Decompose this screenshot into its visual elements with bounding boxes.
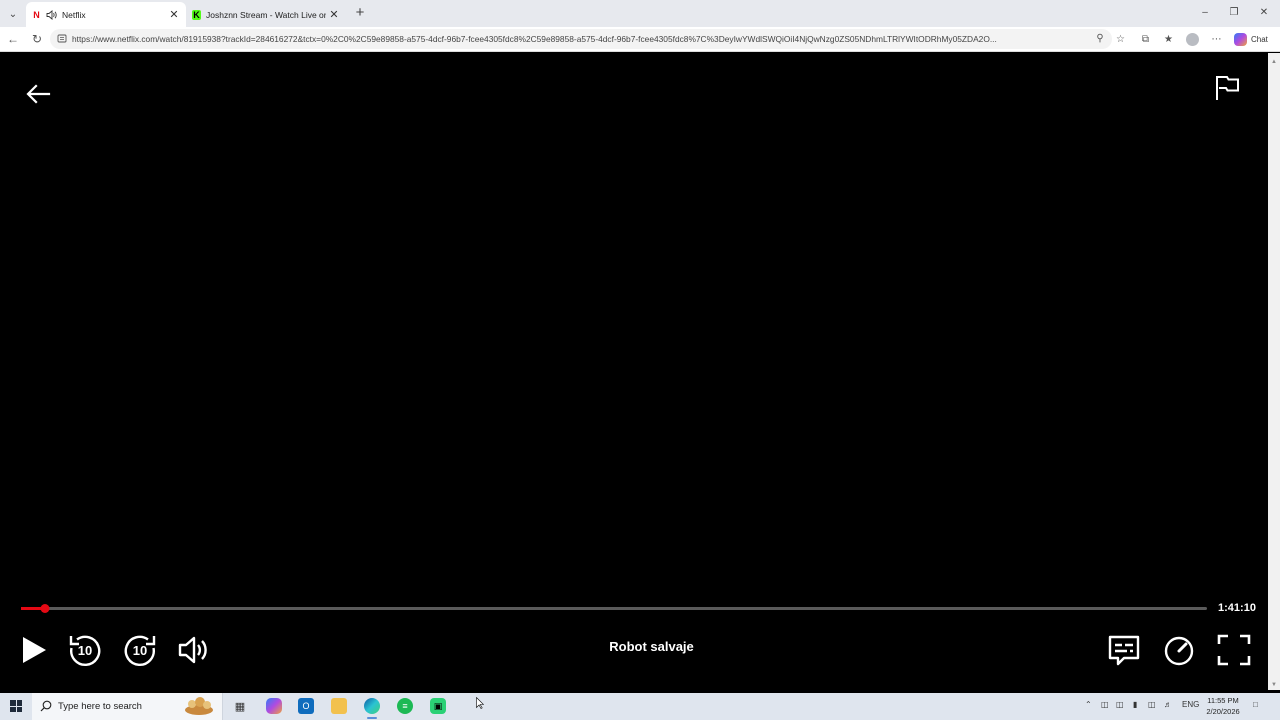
forward-10-icon: 10 <box>124 635 156 667</box>
netflix-logo-icon: N <box>33 9 40 20</box>
video-title: Robot salvaje <box>609 639 694 654</box>
clock-date: 2/20/2026 <box>1206 707 1240 716</box>
android-app-icon[interactable]: ▣ <box>430 698 446 714</box>
video-player[interactable]: 1:41:10 10 10 Robot salvaje <box>3 53 1268 690</box>
favorites-icon[interactable]: ★ <box>1162 33 1175 46</box>
task-view-icon[interactable]: ▦ <box>232 698 248 714</box>
forward-10-button[interactable]: 10 <box>122 632 158 668</box>
screen: ⌄ N Netflix ✕ K Joshznn Stream - Watch L… <box>0 0 1280 720</box>
progress-scrubber[interactable] <box>40 604 50 613</box>
tray-wifi-icon[interactable]: ◫ <box>1148 700 1156 709</box>
edge-browser-icon[interactable] <box>364 698 380 719</box>
new-tab-plus-icon[interactable]: + <box>352 5 368 21</box>
tab-list-chevron-icon[interactable]: ⌄ <box>4 5 22 23</box>
subtitles-button[interactable] <box>1106 632 1142 668</box>
copilot-app-icon[interactable] <box>266 698 282 714</box>
rewind-10-icon: 10 <box>69 635 101 667</box>
browser-toolbar: ← ↻ https://www.netflix.com/watch/819159… <box>0 27 1280 52</box>
subtitles-icon <box>1108 635 1140 666</box>
copilot-icon <box>1234 32 1247 46</box>
tray-meet-icon[interactable]: ◫ <box>1101 700 1109 709</box>
kick-logo-icon: K <box>192 9 201 20</box>
close-tab-icon[interactable]: ✕ <box>328 8 340 21</box>
time-remaining: 1:41:10 <box>1218 602 1256 614</box>
tray-network-icon[interactable]: ◫ <box>1116 700 1124 709</box>
tray-battery-icon[interactable]: ▮ <box>1133 700 1137 709</box>
copilot-chat-button[interactable]: Chat <box>1234 31 1268 47</box>
volume-button[interactable] <box>176 632 212 668</box>
rewind-seconds: 10 <box>78 643 92 658</box>
search-placeholder: Type here to search <box>58 701 142 712</box>
page-scrollbar[interactable]: ▲ ▼ <box>1268 53 1280 690</box>
tab-title: Joshznn Stream - Watch Live on K <box>206 9 326 20</box>
windows-start-icon[interactable] <box>10 700 22 712</box>
playback-speed-icon <box>1164 636 1194 666</box>
notifications-icon[interactable]: □ <box>1253 700 1258 709</box>
window-close-icon[interactable]: ✕ <box>1256 5 1272 21</box>
playback-speed-button[interactable] <box>1161 632 1197 668</box>
flag-icon[interactable] <box>1213 74 1241 102</box>
mouse-cursor-icon <box>476 697 484 709</box>
play-button[interactable] <box>15 632 51 668</box>
search-icon <box>40 700 52 712</box>
progress-bar[interactable] <box>21 604 1207 613</box>
outlook-icon[interactable]: O <box>298 698 314 714</box>
tab-title: Netflix <box>62 9 86 20</box>
restore-icon[interactable]: ❐ <box>1226 5 1242 21</box>
extensions-icon[interactable]: ⧉ <box>1139 33 1152 46</box>
tab-kick-stream[interactable]: K Joshznn Stream - Watch Live on K ✕ <box>186 2 346 27</box>
arrow-left-icon[interactable] <box>25 83 51 105</box>
spotify-icon[interactable]: ≡ <box>397 698 413 714</box>
play-icon <box>23 637 46 663</box>
search-highlight-image <box>185 697 213 715</box>
volume-icon <box>178 636 207 664</box>
fullscreen-icon <box>1217 634 1251 666</box>
language-indicator[interactable]: ENG <box>1182 700 1199 709</box>
speaker-audio-icon <box>46 9 57 20</box>
fullscreen-button[interactable] <box>1216 632 1252 668</box>
close-tab-icon[interactable]: ✕ <box>168 8 180 21</box>
scroll-down-icon[interactable]: ▼ <box>1271 682 1277 688</box>
url-text[interactable]: https://www.netflix.com/watch/81915938?t… <box>72 34 1082 44</box>
refresh-icon[interactable]: ↻ <box>30 32 44 46</box>
taskbar-search[interactable]: Type here to search <box>32 693 223 720</box>
taskbar: Type here to search ▦ O ≡ ▣ ⌃ ◫ ◫ ▮ ◫ ♬ … <box>0 693 1280 720</box>
key-icon[interactable]: ⚲ <box>1094 33 1106 45</box>
taskbar-clock[interactable]: 11:55 PM 2/20/2026 <box>1200 695 1246 717</box>
favorite-star-icon[interactable]: ☆ <box>1114 33 1127 46</box>
forward-seconds: 10 <box>133 643 147 658</box>
address-bar[interactable]: https://www.netflix.com/watch/81915938?t… <box>50 29 1112 49</box>
profile-avatar[interactable] <box>1186 33 1199 46</box>
file-explorer-icon[interactable] <box>331 698 347 714</box>
tray-chevron-icon[interactable]: ⌃ <box>1085 700 1092 709</box>
tab-netflix[interactable]: N Netflix ✕ <box>26 2 186 27</box>
tray-volume-icon[interactable]: ♬ <box>1164 700 1172 709</box>
scroll-up-icon[interactable]: ▲ <box>1271 59 1277 65</box>
site-info-icon[interactable] <box>57 33 67 44</box>
browser-tabstrip: ⌄ N Netflix ✕ K Joshznn Stream - Watch L… <box>0 0 1280 27</box>
more-menu-icon[interactable]: ⋯ <box>1210 33 1223 46</box>
chat-label: Chat <box>1251 34 1268 44</box>
rewind-10-button[interactable]: 10 <box>67 632 103 668</box>
minimize-icon[interactable]: – <box>1197 5 1213 21</box>
clock-time: 11:55 PM <box>1207 696 1239 705</box>
back-nav-icon[interactable]: ← <box>6 32 20 46</box>
